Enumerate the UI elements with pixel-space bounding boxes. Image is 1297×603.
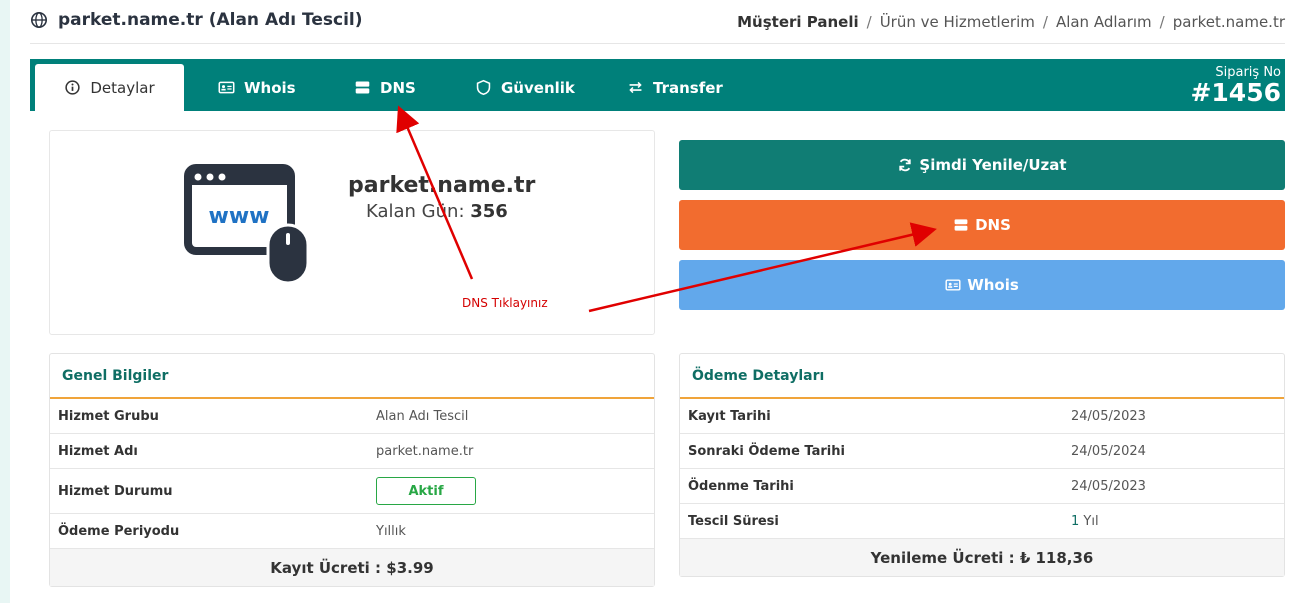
renewal-fee: Yenileme Ücreti : ₺ 118,36	[680, 539, 1284, 576]
shield-icon	[476, 79, 491, 96]
panel-title: Ödeme Detayları	[680, 354, 1284, 399]
page-title: parket.name.tr (Alan Adı Tescil)	[30, 10, 363, 30]
table-row: Ödenme Tarihi 24/05/2023	[680, 469, 1284, 504]
breadcrumb-separator: /	[1159, 13, 1165, 31]
globe-icon	[30, 11, 48, 29]
row-value: 24/05/2023	[1071, 408, 1146, 424]
order-value: #1456	[1190, 78, 1281, 107]
table-row: Hizmet Grubu Alan Adı Tescil	[50, 399, 654, 434]
row-value: 24/05/2023	[1071, 478, 1146, 494]
remaining-value: 356	[470, 201, 508, 222]
general-info-panel: Genel Bilgiler Hizmet Grubu Alan Adı Tes…	[49, 353, 655, 587]
row-label: Sonraki Ödeme Tarihi	[688, 443, 845, 459]
tab-dns[interactable]: DNS	[354, 64, 416, 111]
id-card-icon	[218, 81, 235, 94]
status-badge: Aktif	[376, 477, 476, 505]
info-circle-icon	[65, 80, 80, 95]
domain-name: parket.name.tr	[348, 173, 536, 198]
www-browser-icon: www	[184, 164, 310, 285]
tab-label: Güvenlik	[501, 78, 575, 97]
tab-whois[interactable]: Whois	[218, 64, 296, 111]
page-title-text: parket.name.tr (Alan Adı Tescil)	[58, 10, 363, 30]
breadcrumb-separator: /	[866, 13, 872, 31]
payment-details-panel: Ödeme Detayları Kayıt Tarihi 24/05/2023 …	[679, 353, 1285, 577]
tab-label: Whois	[244, 78, 296, 97]
table-row: Ödeme Periyodu Yıllık	[50, 514, 654, 549]
registration-fee: Kayıt Ücreti : $3.99	[50, 549, 654, 586]
renew-label: Şimdi Yenile/Uzat	[919, 156, 1067, 174]
row-label: Ödenme Tarihi	[688, 478, 794, 494]
table-row: Tescil Süresi 1 Yıl	[680, 504, 1284, 539]
row-label: Tescil Süresi	[688, 513, 779, 529]
row-value: Yıllık	[376, 523, 406, 539]
whois-label: Whois	[967, 276, 1019, 294]
svg-text:www: www	[209, 204, 270, 229]
order-number: Sipariş No #1456	[1190, 65, 1281, 106]
exchange-icon	[629, 81, 642, 94]
tab-label: DNS	[380, 78, 416, 97]
remaining-label: Kalan Gün:	[366, 201, 465, 222]
table-row: Hizmet Adı parket.name.tr	[50, 434, 654, 469]
row-label: Hizmet Grubu	[58, 408, 159, 424]
row-value: parket.name.tr	[376, 443, 474, 459]
tab-label: Transfer	[653, 78, 723, 97]
id-card-icon	[945, 279, 961, 291]
tab-guvenlik[interactable]: Güvenlik	[475, 64, 575, 111]
remaining-days: Kalan Gün: 356	[366, 201, 508, 222]
duration-number: 1	[1071, 513, 1080, 529]
tab-label: Detaylar	[90, 78, 155, 97]
row-label: Ödeme Periyodu	[58, 523, 180, 539]
row-value: Alan Adı Tescil	[376, 408, 469, 424]
panel-title: Genel Bilgiler	[50, 354, 654, 399]
whois-button[interactable]: Whois	[679, 260, 1285, 310]
tab-detaylar[interactable]: Detaylar	[35, 64, 184, 111]
row-value: 1 Yıl	[1071, 514, 1099, 529]
row-value: 24/05/2024	[1071, 443, 1146, 459]
server-icon	[954, 219, 968, 231]
table-row: Sonraki Ödeme Tarihi 24/05/2024	[680, 434, 1284, 469]
duration-unit: Yıl	[1083, 513, 1099, 529]
tab-transfer[interactable]: Transfer	[627, 64, 723, 111]
row-label: Hizmet Adı	[58, 443, 138, 459]
dns-label: DNS	[975, 216, 1011, 234]
breadcrumb-domains[interactable]: Alan Adlarım	[1056, 13, 1152, 31]
dns-button[interactable]: DNS	[679, 200, 1285, 250]
breadcrumb-home[interactable]: Müşteri Paneli	[737, 13, 859, 31]
breadcrumb-separator: /	[1042, 13, 1048, 31]
breadcrumb-products[interactable]: Ürün ve Hizmetlerim	[880, 13, 1035, 31]
refresh-icon	[899, 158, 912, 172]
row-label: Kayıt Tarihi	[688, 408, 771, 424]
breadcrumb: Müşteri Paneli / Ürün ve Hizmetlerim / A…	[737, 13, 1285, 31]
table-row: Hizmet Durumu Aktif	[50, 469, 654, 514]
table-row: Kayıt Tarihi 24/05/2023	[680, 399, 1284, 434]
annotation-note: DNS Tıklayınız	[462, 296, 548, 310]
tab-bar: Detaylar Whois DNS Güvenlik Transfer Sip…	[30, 59, 1285, 111]
renew-button[interactable]: Şimdi Yenile/Uzat	[679, 140, 1285, 190]
page-header: parket.name.tr (Alan Adı Tescil) Müşteri…	[30, 0, 1285, 44]
left-strip	[0, 0, 10, 603]
breadcrumb-current: parket.name.tr	[1172, 13, 1285, 31]
row-label: Hizmet Durumu	[58, 483, 173, 499]
domain-card: www parket.name.tr Kalan Gün: 356	[49, 130, 655, 335]
server-icon	[355, 81, 370, 94]
